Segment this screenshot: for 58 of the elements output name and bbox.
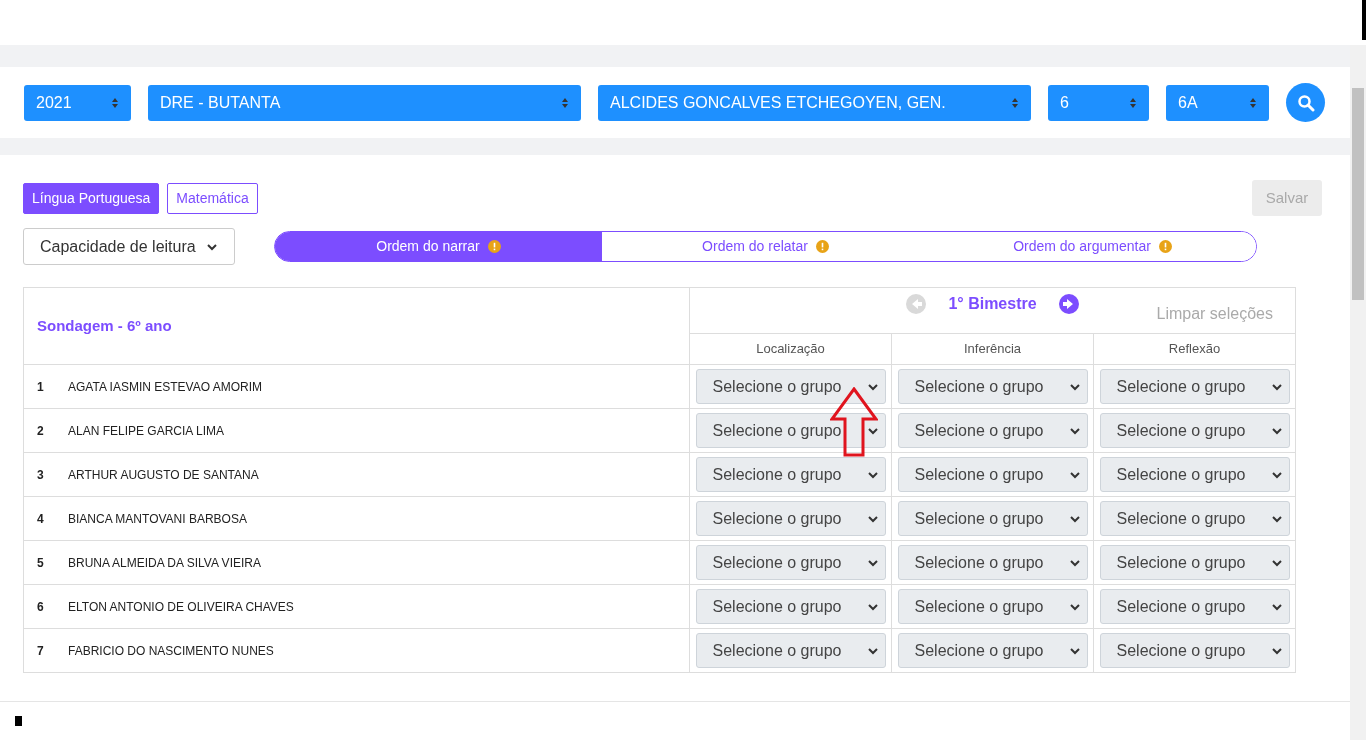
- subject-tab[interactable]: Matemática: [167, 182, 258, 214]
- group-select[interactable]: Selecione o grupo: [1099, 457, 1290, 492]
- sort-icon: [561, 96, 569, 109]
- group-select[interactable]: Selecione o grupo: [1099, 633, 1290, 668]
- group-select[interactable]: Selecione o grupo: [1099, 501, 1290, 536]
- row-number: 3: [37, 466, 45, 484]
- group-select[interactable]: Selecione o grupo: [897, 501, 1088, 536]
- column-header: Inferência: [963, 340, 1022, 359]
- row-number: 5: [37, 554, 45, 572]
- sort-icon: [1129, 96, 1137, 109]
- warning-icon: [487, 240, 501, 253]
- student-name: ELTON ANTONIO DE OLIVEIRA CHAVES: [68, 598, 294, 616]
- group-select[interactable]: Selecione o grupo: [695, 545, 886, 580]
- student-name: ALAN FELIPE GARCIA LIMA: [68, 422, 225, 440]
- row-number: 2: [37, 422, 45, 440]
- row-number: 4: [37, 510, 45, 528]
- group-select[interactable]: Selecione o grupo: [897, 369, 1088, 404]
- window-edge-bar: [1362, 0, 1366, 40]
- subject-tab[interactable]: Língua Portuguesa: [23, 182, 160, 214]
- order-tab[interactable]: Ordem do narrar: [275, 232, 602, 261]
- group-select[interactable]: Selecione o grupo: [1099, 369, 1290, 404]
- student-name: FABRICIO DO NASCIMENTO NUNES: [68, 642, 274, 660]
- search-icon: [1296, 93, 1315, 112]
- column-header: Reflexão: [1168, 340, 1221, 359]
- column-header: Localização: [756, 340, 825, 359]
- sort-icon: [1011, 96, 1019, 109]
- sort-icon: [111, 96, 119, 109]
- group-select[interactable]: Selecione o grupo: [897, 457, 1088, 492]
- row-number: 7: [37, 642, 45, 660]
- warning-icon: [1158, 240, 1172, 253]
- group-select[interactable]: Selecione o grupo: [897, 545, 1088, 580]
- group-select[interactable]: Selecione o grupo: [897, 633, 1088, 668]
- group-select[interactable]: Selecione o grupo: [695, 589, 886, 624]
- sort-icon: [1249, 96, 1257, 109]
- student-name: BRUNA ALMEIDA DA SILVA VIEIRA: [68, 554, 261, 572]
- period-label: 1° Bimestre: [948, 293, 1037, 314]
- group-select[interactable]: Selecione o grupo: [695, 369, 886, 404]
- scrollbar-thumb[interactable]: [1352, 88, 1364, 300]
- capacity-select[interactable]: Capacidade de leitura: [23, 228, 235, 265]
- group-select[interactable]: Selecione o grupo: [695, 457, 886, 492]
- scrollbar[interactable]: [1350, 0, 1366, 740]
- student-name: BIANCA MANTOVANI BARBOSA: [68, 510, 247, 528]
- group-select[interactable]: Selecione o grupo: [1099, 589, 1290, 624]
- group-select[interactable]: Selecione o grupo: [1099, 545, 1290, 580]
- group-select[interactable]: Selecione o grupo: [1099, 413, 1290, 448]
- student-name: AGATA IASMIN ESTEVAO AMORIM: [68, 378, 263, 396]
- warning-icon: [815, 240, 829, 253]
- taskbar-icon[interactable]: [15, 716, 22, 726]
- group-select[interactable]: Selecione o grupo: [695, 501, 886, 536]
- table-title: Sondagem - 6º ano: [37, 315, 172, 336]
- row-number: 1: [37, 378, 45, 396]
- student-name: ARTHUR AUGUSTO DE SANTANA: [68, 466, 259, 484]
- group-select[interactable]: Selecione o grupo: [695, 413, 886, 448]
- group-select[interactable]: Selecione o grupo: [897, 413, 1088, 448]
- search-button[interactable]: [1286, 83, 1325, 122]
- row-number: 6: [37, 598, 45, 616]
- group-select[interactable]: Selecione o grupo: [897, 589, 1088, 624]
- group-select[interactable]: Selecione o grupo: [695, 633, 886, 668]
